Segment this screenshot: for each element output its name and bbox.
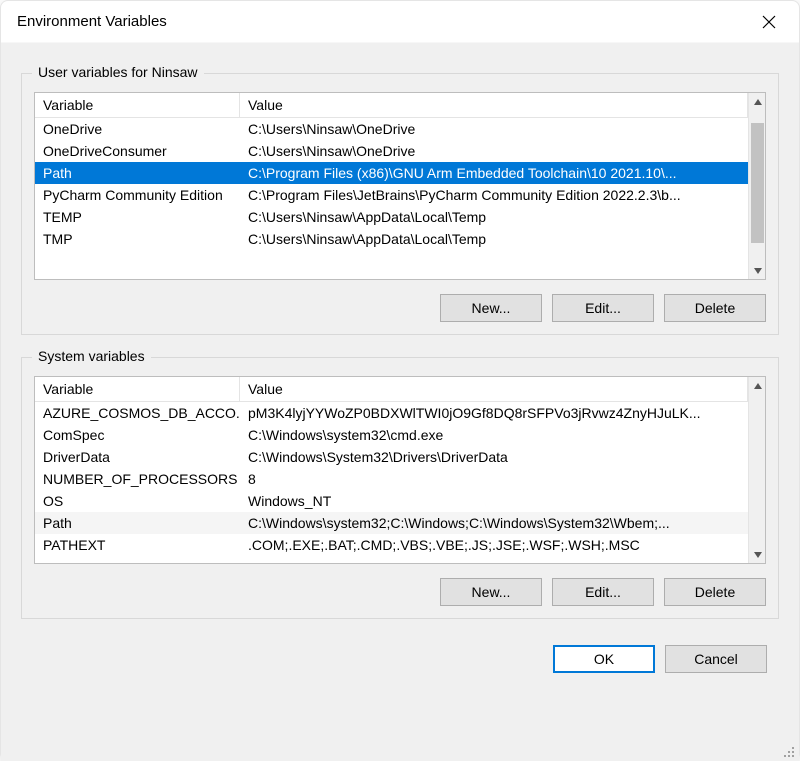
scroll-down-icon[interactable] — [749, 546, 766, 563]
table-row[interactable]: DriverDataC:\Windows\System32\Drivers\Dr… — [35, 446, 748, 468]
variable-cell: AZURE_COSMOS_DB_ACCO... — [35, 405, 240, 421]
system-list-header: Variable Value — [35, 377, 748, 402]
variable-cell: NUMBER_OF_PROCESSORS — [35, 471, 240, 487]
col-header-variable[interactable]: Variable — [35, 93, 240, 117]
value-cell: .COM;.EXE;.BAT;.CMD;.VBS;.VBE;.JS;.JSE;.… — [240, 537, 748, 553]
scroll-thumb[interactable] — [751, 123, 764, 243]
user-variables-legend: User variables for Ninsaw — [32, 64, 204, 80]
variable-cell: ComSpec — [35, 427, 240, 443]
value-cell: C:\Users\Ninsaw\AppData\Local\Temp — [240, 231, 748, 247]
variable-cell: TEMP — [35, 209, 240, 225]
value-cell: C:\Users\Ninsaw\OneDrive — [240, 143, 748, 159]
variable-cell: PATHEXT — [35, 537, 240, 553]
system-list-scrollbar[interactable] — [748, 377, 765, 563]
variable-cell: Path — [35, 165, 240, 181]
value-cell: Windows_NT — [240, 493, 748, 509]
table-row[interactable]: TEMPC:\Users\Ninsaw\AppData\Local\Temp — [35, 206, 748, 228]
table-row[interactable]: AZURE_COSMOS_DB_ACCO...pM3K4lyjYYWoZP0BD… — [35, 402, 748, 424]
cancel-button[interactable]: Cancel — [665, 645, 767, 673]
variable-cell: OneDriveConsumer — [35, 143, 240, 159]
table-row[interactable]: PyCharm Community EditionC:\Program File… — [35, 184, 748, 206]
value-cell: pM3K4lyjYYWoZP0BDXWlTWI0jO9Gf8DQ8rSFPVo3… — [240, 405, 748, 421]
system-edit-button[interactable]: Edit... — [552, 578, 654, 606]
variable-cell: PyCharm Community Edition — [35, 187, 240, 203]
table-row[interactable]: TMPC:\Users\Ninsaw\AppData\Local\Temp — [35, 228, 748, 250]
scroll-up-icon[interactable] — [749, 93, 766, 110]
user-delete-button[interactable]: Delete — [664, 294, 766, 322]
value-cell: C:\Windows\system32;C:\Windows;C:\Window… — [240, 515, 748, 531]
table-row[interactable]: PathC:\Windows\system32;C:\Windows;C:\Wi… — [35, 512, 748, 534]
dialog-content: User variables for Ninsaw Variable Value… — [1, 43, 799, 761]
ok-button[interactable]: OK — [553, 645, 655, 673]
system-delete-button[interactable]: Delete — [664, 578, 766, 606]
table-row[interactable]: PathC:\Program Files (x86)\GNU Arm Embed… — [35, 162, 748, 184]
system-button-row: New... Edit... Delete — [34, 578, 766, 606]
system-variables-list[interactable]: Variable Value AZURE_COSMOS_DB_ACCO...pM… — [34, 376, 766, 564]
titlebar: Environment Variables — [1, 1, 799, 43]
value-cell: C:\Program Files\JetBrains\PyCharm Commu… — [240, 187, 748, 203]
user-list-header: Variable Value — [35, 93, 748, 118]
value-cell: C:\Program Files (x86)\GNU Arm Embedded … — [240, 165, 748, 181]
table-row[interactable]: OneDriveC:\Users\Ninsaw\OneDrive — [35, 118, 748, 140]
resize-grip-icon[interactable] — [781, 744, 795, 758]
table-row[interactable]: OSWindows_NT — [35, 490, 748, 512]
user-button-row: New... Edit... Delete — [34, 294, 766, 322]
table-row[interactable]: ComSpecC:\Windows\system32\cmd.exe — [35, 424, 748, 446]
variable-cell: OneDrive — [35, 121, 240, 137]
col-header-value[interactable]: Value — [240, 93, 748, 117]
variable-cell: TMP — [35, 231, 240, 247]
scroll-up-icon[interactable] — [749, 377, 766, 394]
table-row[interactable]: OneDriveConsumerC:\Users\Ninsaw\OneDrive — [35, 140, 748, 162]
col-header-value[interactable]: Value — [240, 377, 748, 401]
system-variables-legend: System variables — [32, 348, 151, 364]
environment-variables-dialog: Environment Variables User variables for… — [0, 0, 800, 761]
system-variables-group: System variables Variable Value AZURE_CO… — [21, 357, 779, 619]
value-cell: C:\Windows\system32\cmd.exe — [240, 427, 748, 443]
scroll-down-icon[interactable] — [749, 262, 766, 279]
variable-cell: OS — [35, 493, 240, 509]
window-title: Environment Variables — [17, 13, 167, 30]
value-cell: C:\Windows\System32\Drivers\DriverData — [240, 449, 748, 465]
user-new-button[interactable]: New... — [440, 294, 542, 322]
close-icon[interactable] — [753, 6, 785, 38]
user-list-scrollbar[interactable] — [748, 93, 765, 279]
user-variables-group: User variables for Ninsaw Variable Value… — [21, 73, 779, 335]
table-row[interactable]: NUMBER_OF_PROCESSORS8 — [35, 468, 748, 490]
variable-cell: DriverData — [35, 449, 240, 465]
user-variables-list[interactable]: Variable Value OneDriveC:\Users\Ninsaw\O… — [34, 92, 766, 280]
value-cell: C:\Users\Ninsaw\OneDrive — [240, 121, 748, 137]
user-edit-button[interactable]: Edit... — [552, 294, 654, 322]
system-new-button[interactable]: New... — [440, 578, 542, 606]
value-cell: C:\Users\Ninsaw\AppData\Local\Temp — [240, 209, 748, 225]
variable-cell: Path — [35, 515, 240, 531]
value-cell: 8 — [240, 471, 748, 487]
dialog-footer: OK Cancel — [21, 645, 779, 673]
table-row[interactable]: PATHEXT.COM;.EXE;.BAT;.CMD;.VBS;.VBE;.JS… — [35, 534, 748, 556]
col-header-variable[interactable]: Variable — [35, 377, 240, 401]
